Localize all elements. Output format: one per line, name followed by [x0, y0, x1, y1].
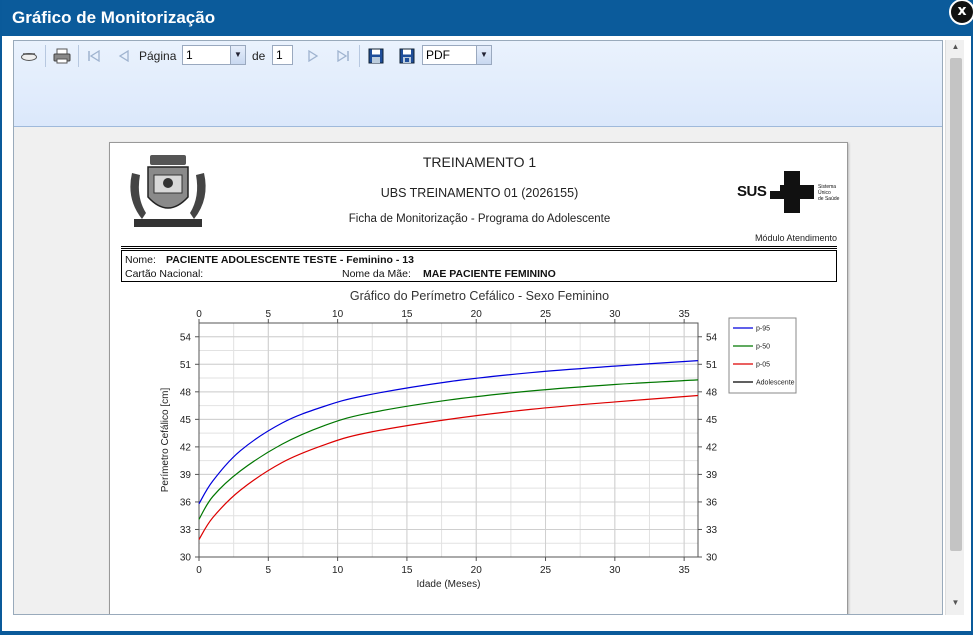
legend-label: p-50 [756, 344, 770, 351]
report-toolbar: Página 1 ▼ de 1 PDF ▼ [14, 41, 942, 127]
print-icon[interactable] [51, 46, 73, 66]
y-axis-label: Perímetro Cefálico [cm] [160, 388, 171, 493]
series-line-p-95 [198, 360, 699, 505]
page-select[interactable]: 1 ▼ [182, 45, 246, 65]
x-tick-label: 30 [609, 565, 621, 576]
chevron-down-icon[interactable]: ▼ [230, 46, 245, 64]
report-title: TREINAMENTO 1 [422, 154, 537, 170]
y-tick-label-right: 30 [706, 553, 718, 564]
first-page-icon[interactable] [83, 46, 105, 66]
page-label: Página [139, 49, 177, 63]
y-tick-label: 33 [180, 525, 192, 536]
report-viewer: Página 1 ▼ de 1 PDF ▼ TREINAMENTO 1 UBS … [13, 40, 943, 615]
sus-caption: Sistema Único de Saúde [818, 184, 840, 202]
y-tick-label-right: 39 [706, 470, 718, 481]
x-tick-label-top: 0 [196, 309, 202, 320]
chart-title: Gráfico do Perímetro Cefálico - Sexo Fem… [349, 289, 610, 303]
scroll-down-icon[interactable]: ▼ [946, 598, 965, 607]
legend-label: p-95 [756, 326, 770, 333]
x-tick-label: 0 [196, 565, 202, 576]
sus-cross-icon [770, 171, 814, 213]
x-tick-label-top: 15 [401, 309, 413, 320]
y-tick-label-right: 54 [706, 332, 718, 343]
x-tick-label-top: 5 [266, 309, 272, 320]
last-page-icon[interactable] [332, 46, 354, 66]
x-tick-label: 25 [540, 565, 552, 576]
report-page: TREINAMENTO 1 UBS TREINAMENTO 01 (202615… [109, 142, 848, 614]
x-tick-label: 20 [471, 565, 483, 576]
close-button[interactable]: x [949, 0, 973, 25]
y-tick-label: 48 [180, 387, 192, 398]
y-tick-label: 36 [180, 497, 192, 508]
y-tick-label-right: 33 [706, 525, 718, 536]
x-tick-label-top: 20 [471, 309, 483, 320]
x-tick-label-top: 35 [679, 309, 691, 320]
sus-logo: SUS Sistema Único de Saúde [737, 171, 842, 215]
dialog-titlebar: Gráfico de Monitorização [2, 0, 973, 36]
head-circumference-chart: 0 0 5 5 10 10 15 15 20 20 25 25 30 30 35 35 30 30 33 33 36 36… [160, 309, 797, 590]
y-tick-label-right: 48 [706, 387, 718, 398]
y-tick-label-right: 36 [706, 497, 718, 508]
x-tick-label-top: 10 [332, 309, 344, 320]
of-label: de [252, 49, 266, 63]
card-label: Cartão Nacional: [125, 268, 204, 280]
dialog-title: Gráfico de Monitorização [12, 8, 216, 27]
divider [121, 248, 837, 249]
total-pages-field: 1 [272, 45, 293, 65]
y-tick-label-right: 51 [706, 360, 718, 371]
scroll-up-icon[interactable]: ▲ [946, 42, 965, 51]
x-tick-label: 5 [266, 565, 272, 576]
chevron-down-icon[interactable]: ▼ [476, 46, 491, 64]
toolbar-separator [45, 45, 46, 67]
monitoring-dialog: Gráfico de Monitorização x Página 1 ▼ de… [0, 0, 973, 635]
series-line-p-05 [198, 394, 699, 540]
divider [121, 246, 837, 247]
x-tick-label-top: 30 [609, 309, 621, 320]
x-tick-label: 15 [401, 565, 413, 576]
export-format-value: PDF [426, 48, 450, 62]
plot-frame [198, 322, 699, 558]
vertical-scrollbar[interactable]: ▲ ▼ [945, 40, 964, 615]
y-tick-label: 42 [180, 442, 192, 453]
export-format-select[interactable]: PDF ▼ [422, 45, 492, 65]
x-tick-label: 35 [679, 565, 691, 576]
export-icon[interactable] [396, 46, 418, 66]
page-select-value: 1 [186, 48, 193, 62]
legend-label: Adolescente [756, 380, 795, 387]
y-tick-label-right: 45 [706, 415, 718, 426]
y-tick-label-right: 42 [706, 442, 718, 453]
x-tick-label: 10 [332, 565, 344, 576]
mother-label: Nome da Mãe: [342, 268, 411, 280]
x-axis-label: Idade (Meses) [417, 579, 481, 590]
y-tick-label: 45 [180, 415, 192, 426]
toolbar-separator [359, 45, 360, 67]
mother-value: MAE PACIENTE FEMININO [423, 268, 556, 280]
sus-logo-text: SUS [737, 183, 767, 200]
patient-info-box: Nome: PACIENTE ADOLESCENTE TESTE - Femin… [121, 250, 837, 282]
legend-label: p-05 [756, 362, 770, 369]
x-tick-label-top: 25 [540, 309, 552, 320]
next-page-icon[interactable] [302, 46, 324, 66]
y-tick-label: 51 [180, 360, 192, 371]
scroll-thumb[interactable] [950, 58, 962, 551]
y-tick-label: 30 [180, 553, 192, 564]
y-tick-label: 54 [180, 332, 192, 343]
name-label: Nome: [125, 254, 156, 266]
name-value: PACIENTE ADOLESCENTE TESTE - Feminino - … [166, 254, 414, 266]
find-icon[interactable] [18, 46, 40, 66]
y-tick-label: 39 [180, 470, 192, 481]
toolbar-separator [78, 45, 79, 67]
module-label: Módulo Atendimento [754, 233, 837, 243]
save-icon[interactable] [365, 46, 387, 66]
previous-page-icon[interactable] [113, 46, 135, 66]
